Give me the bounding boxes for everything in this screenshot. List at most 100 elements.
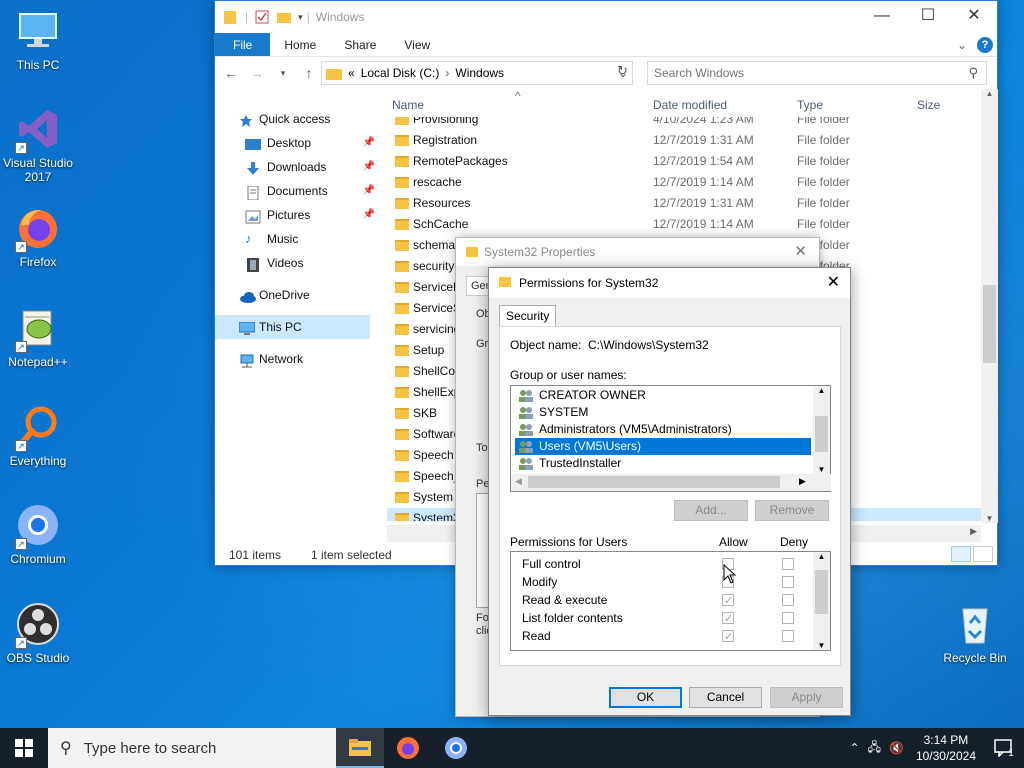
desktop-icon-everything[interactable]: ↗ Everything [0, 404, 76, 468]
ok-button[interactable]: OK [609, 687, 682, 708]
folder-icon [395, 219, 409, 230]
nav-music[interactable]: ♪ Music [215, 227, 375, 251]
scroll-up-icon[interactable]: ▲ [981, 89, 998, 98]
deny-checkbox[interactable] [782, 612, 794, 624]
taskbar-chromium[interactable] [432, 728, 480, 768]
column-date-modified[interactable]: Date modified [653, 98, 727, 112]
scrollbar-thumb[interactable] [815, 416, 828, 452]
refresh-icon[interactable]: ↻ [617, 63, 633, 83]
details-view-icon[interactable] [951, 546, 971, 562]
allow-checkbox[interactable] [722, 592, 734, 610]
scroll-right-icon[interactable]: ▶ [799, 476, 806, 487]
scrollbar-thumb[interactable] [528, 476, 780, 488]
deny-checkbox[interactable] [782, 630, 794, 642]
volume-muted-icon[interactable]: 🔇 [889, 741, 904, 755]
scrollbar-thumb[interactable] [815, 570, 828, 614]
nav-downloads[interactable]: Downloads 📌 [215, 155, 375, 179]
group-list-item[interactable]: Administrators (VM5\Administrators) [515, 421, 811, 438]
back-arrow-icon[interactable]: ← [221, 65, 241, 81]
remove-button[interactable]: Remove [755, 500, 829, 521]
file-row[interactable]: Resources 12/7/2019 1:31 AM File folder [387, 193, 987, 214]
group-list-item[interactable]: TrustedInstaller [515, 455, 811, 472]
scroll-left-icon[interactable]: ◀ [515, 476, 522, 487]
desktop-icon-obs-studio[interactable]: ↗ OBS Studio [0, 601, 76, 665]
properties-checkbox-icon[interactable] [254, 9, 270, 25]
scroll-down-icon[interactable]: ▼ [813, 465, 830, 474]
permissions-list-scrollbar[interactable]: ▲ ▼ [813, 552, 830, 650]
file-row[interactable]: RemotePackages 12/7/2019 1:54 AM File fold… [387, 151, 987, 172]
network-disconnected-icon[interactable]: 🖧 [868, 738, 881, 759]
column-name[interactable]: Name [392, 98, 424, 112]
group-list-item[interactable]: SYSTEM [515, 404, 811, 421]
group-list-horizontal-scrollbar[interactable]: ◀ ▶ [511, 474, 831, 491]
start-button[interactable] [0, 728, 48, 768]
taskbar-file-explorer[interactable] [336, 728, 384, 768]
nav-network[interactable]: Network [215, 347, 375, 371]
show-hidden-icons-chevron-up-icon[interactable]: ⌃ [850, 741, 860, 755]
nav-quick-access[interactable]: Quick access [215, 107, 375, 131]
tab-home[interactable]: Home [270, 33, 330, 56]
file-row[interactable]: rescache 12/7/2019 1:14 AM File folder [387, 172, 987, 193]
tab-security[interactable]: Security [499, 305, 557, 326]
group-list-vertical-scrollbar[interactable]: ▲ ▼ [813, 386, 830, 474]
taskbar-search-input[interactable]: ⚲ Type here to search [48, 728, 336, 768]
nav-videos[interactable]: Videos [215, 251, 375, 275]
group-list-item[interactable]: CREATOR OWNER [515, 387, 811, 404]
nav-onedrive[interactable]: OneDrive [215, 283, 375, 307]
group-list-item[interactable]: Users (VM5\Users) [515, 438, 811, 455]
taskbar-firefox[interactable] [384, 728, 432, 768]
file-row[interactable]: SchCache 12/7/2019 1:14 AM File folder [387, 214, 987, 235]
scroll-up-icon[interactable]: ▲ [813, 552, 830, 561]
search-input[interactable]: Search Windows ⚲ [647, 61, 987, 85]
large-icons-view-icon[interactable] [973, 546, 993, 562]
desktop-icon-firefox[interactable]: ↗ Firefox [0, 205, 76, 269]
tab-share[interactable]: Share [330, 33, 390, 56]
file-row[interactable]: Registration 12/7/2019 1:31 AM File folder [387, 130, 987, 151]
nav-desktop[interactable]: Desktop 📌 [215, 131, 375, 155]
nav-this-pc[interactable]: This PC [215, 315, 370, 339]
minimize-button[interactable]: — [859, 1, 905, 33]
new-folder-icon[interactable] [276, 9, 292, 25]
allow-checkbox[interactable] [722, 628, 734, 646]
deny-checkbox[interactable] [782, 576, 794, 588]
customize-qat-icon[interactable]: ▾ [298, 12, 303, 23]
cancel-button[interactable]: Cancel [689, 687, 762, 708]
tab-view[interactable]: View [390, 33, 444, 56]
help-icon[interactable]: ? [977, 36, 993, 53]
breadcrumb-windows[interactable]: Windows [455, 66, 504, 80]
scroll-down-icon[interactable]: ▼ [981, 514, 998, 523]
folder-icon [326, 67, 342, 80]
scroll-up-icon[interactable]: ▲ [813, 386, 830, 395]
deny-checkbox[interactable] [782, 594, 794, 606]
close-icon[interactable]: ✕ [794, 238, 807, 266]
desktop-icon-visual-studio[interactable]: ↗ Visual Studio 2017 [0, 106, 76, 184]
up-arrow-icon[interactable]: ↑ [299, 65, 319, 81]
column-size[interactable]: Size [917, 98, 940, 112]
add-button[interactable]: Add... [674, 500, 748, 521]
nav-documents[interactable]: Documents 📌 [215, 179, 375, 203]
maximize-button[interactable]: ☐ [905, 1, 951, 33]
desktop-icon-notepad-plus-plus[interactable]: ↗ Notepad++ [0, 305, 76, 369]
scroll-down-icon[interactable]: ▼ [813, 641, 830, 650]
desktop-icon-recycle-bin[interactable]: Recycle Bin [937, 601, 1013, 665]
desktop-icon-chromium[interactable]: ↗ Chromium [0, 502, 76, 566]
clock[interactable]: 3:14 PM 10/30/2024 [916, 732, 976, 764]
forward-arrow-icon[interactable]: → [247, 65, 267, 81]
nav-pictures[interactable]: Pictures 📌 [215, 203, 375, 227]
apply-button[interactable]: Apply [770, 687, 843, 708]
file-list-vertical-scrollbar[interactable]: ▲ ▼ [981, 89, 998, 523]
allow-checkbox[interactable] [722, 610, 734, 628]
scrollbar-thumb[interactable] [983, 285, 996, 363]
address-bar[interactable]: « Local Disk (C:) › Windows ⌄ [321, 61, 633, 85]
desktop-icon-this-pc[interactable]: This PC [0, 8, 76, 72]
breadcrumb-local-disk[interactable]: Local Disk (C:) [361, 66, 440, 80]
action-center-button[interactable]: 1 [984, 728, 1024, 768]
close-icon[interactable]: ✕ [827, 268, 840, 298]
tab-file[interactable]: File [215, 33, 271, 56]
deny-checkbox[interactable] [782, 558, 794, 570]
close-button[interactable]: ✕ [951, 1, 997, 33]
recent-locations-icon[interactable]: ▾ [273, 68, 293, 79]
scroll-right-icon[interactable]: ▶ [970, 526, 977, 537]
expand-ribbon-icon[interactable]: ⌄ [957, 38, 967, 52]
column-type[interactable]: Type [797, 98, 823, 112]
